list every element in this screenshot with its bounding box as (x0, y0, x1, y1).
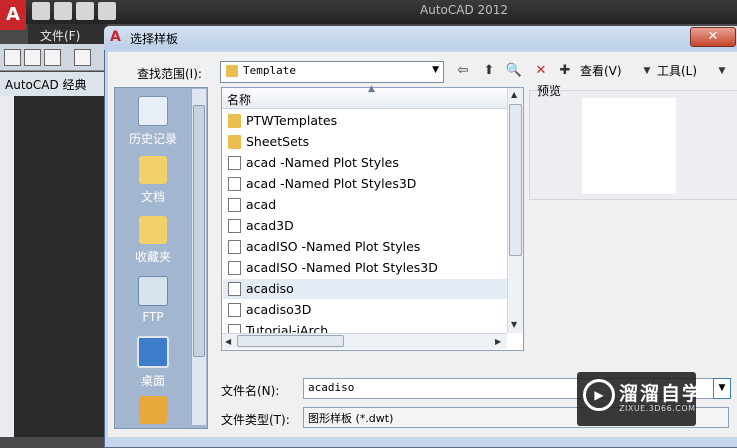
file-row[interactable]: Tutorial-iArch (223, 321, 508, 333)
preview-label: 预览 (537, 84, 562, 98)
file-row[interactable]: acad (223, 195, 508, 215)
file-name: acadISO -Named Plot Styles3D (246, 260, 438, 275)
watermark-subtext: ZIXUE.3D66.COM (619, 404, 696, 413)
chevron-down-icon: ▼ (718, 383, 726, 393)
dwt-file-icon (228, 240, 241, 254)
file-name-label: 文件名(N): (221, 384, 280, 398)
vertical-scroll-thumb[interactable] (509, 104, 522, 256)
file-row[interactable]: SheetSets (223, 132, 508, 152)
file-name: acadISO -Named Plot Styles (246, 239, 421, 254)
file-name: acadiso3D (246, 302, 312, 317)
file-name-value: acadiso (308, 381, 355, 394)
place-label: 桌面 (140, 374, 165, 388)
scroll-right-icon[interactable]: ▶ (495, 337, 501, 346)
file-name: acadiso (246, 281, 294, 296)
scroll-down-icon[interactable]: ▼ (511, 320, 517, 329)
desktop-icon (137, 336, 169, 368)
dwt-file-icon (228, 303, 241, 317)
folder-icon (139, 396, 167, 424)
file-name: Tutorial-iArch (246, 323, 329, 333)
file-row[interactable]: PTWTemplates (223, 111, 508, 131)
file-name-dropdown[interactable]: ▼ (713, 378, 731, 399)
dwt-file-icon (228, 219, 241, 233)
watermark-text: 溜溜自学 (619, 383, 704, 405)
dwt-file-icon (228, 177, 241, 191)
file-row[interactable]: acadISO -Named Plot Styles3D (223, 258, 508, 278)
file-row[interactable]: acad -Named Plot Styles3D (223, 174, 508, 194)
preview-image (582, 98, 676, 194)
file-type-label: 文件类型(T): (221, 413, 290, 427)
dwt-file-icon (228, 156, 241, 170)
scroll-left-icon[interactable]: ◀ (225, 337, 231, 346)
file-name: PTWTemplates (246, 113, 338, 128)
file-row[interactable]: acadiso (223, 279, 508, 299)
dwt-file-icon (228, 261, 241, 275)
file-row[interactable]: acad3D (223, 216, 508, 236)
folder-icon (228, 114, 241, 128)
dwt-file-icon (228, 324, 241, 333)
file-row[interactable]: acadiso3D (223, 300, 508, 320)
play-logo-icon: ▶ (583, 379, 615, 411)
file-name: acad -Named Plot Styles3D (246, 176, 417, 191)
scroll-up-icon[interactable]: ▲ (511, 90, 517, 99)
file-name: acad -Named Plot Styles (246, 155, 399, 170)
file-type-value: 图形样板 (*.dwt) (308, 412, 394, 425)
file-name: SheetSets (246, 134, 310, 149)
horizontal-scroll-thumb[interactable] (237, 335, 344, 347)
place-desktop[interactable]: 桌面 (115, 336, 191, 389)
file-name: acad3D (246, 218, 294, 233)
file-row[interactable]: acad -Named Plot Styles (223, 153, 508, 173)
folder-icon (228, 135, 241, 149)
file-row[interactable]: acadISO -Named Plot Styles (223, 237, 508, 257)
place-folder[interactable] (115, 396, 191, 428)
dwt-file-icon (228, 282, 241, 296)
dwt-file-icon (228, 198, 241, 212)
file-name: acad (246, 197, 277, 212)
